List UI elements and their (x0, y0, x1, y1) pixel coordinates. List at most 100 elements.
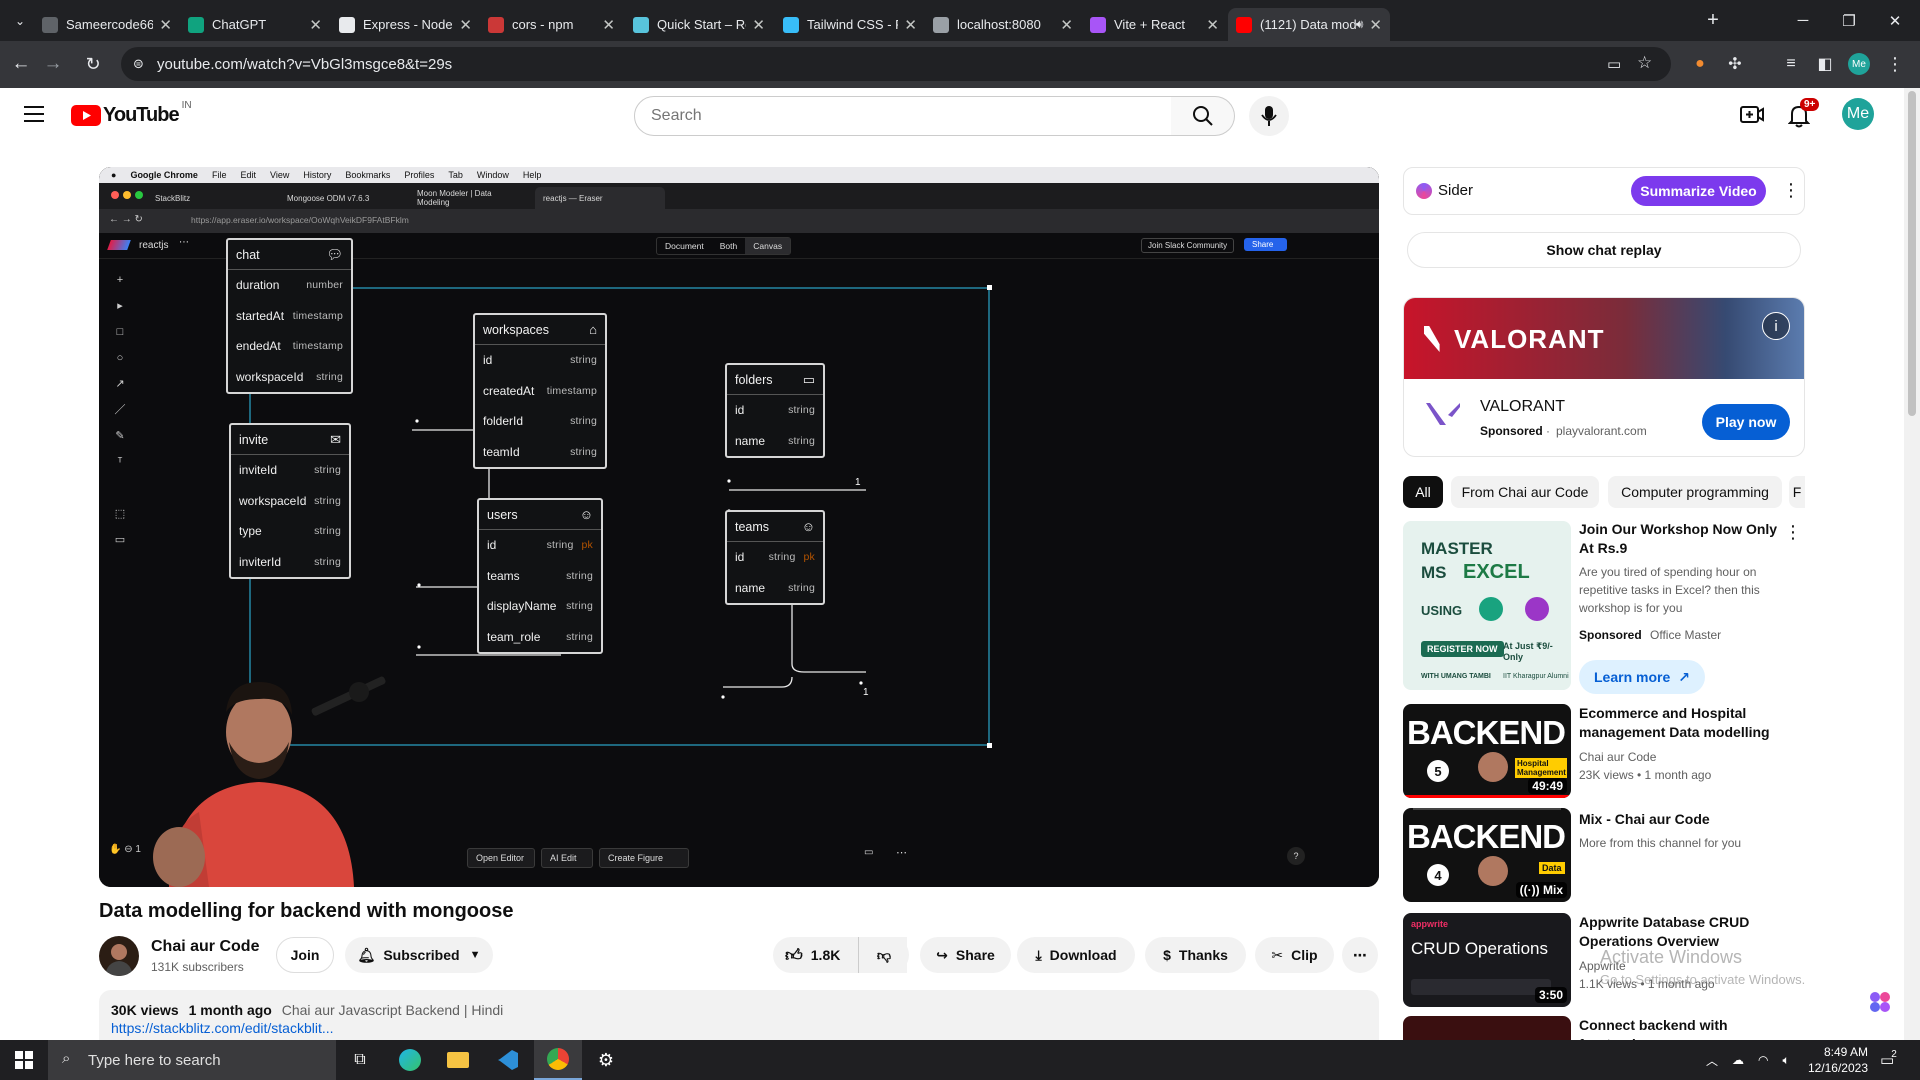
close-tab-icon[interactable]: ✕ (1206, 16, 1219, 34)
side-panel-icon[interactable]: ◧ (1814, 53, 1836, 75)
bookmark-star-icon[interactable]: ☆ (1637, 53, 1652, 73)
search-button[interactable] (1171, 96, 1235, 136)
more-actions-button[interactable]: ⋯ (1342, 937, 1378, 973)
speaker-icon[interactable]: 🔈︎ (1783, 1053, 1790, 1068)
browser-tab[interactable]: Tailwind CSS - Rapidly ✕ (775, 8, 925, 41)
new-tab-button[interactable]: + (1690, 0, 1736, 41)
field-name: displayName (487, 599, 557, 614)
task-view-icon[interactable]: ⧉ (336, 1040, 384, 1080)
mix-thumbnail[interactable]: BACKEND 4 Data ((·)) Mix (1403, 808, 1571, 902)
filter-chip[interactable]: F (1789, 476, 1805, 508)
channel-name[interactable]: Chai aur Code (151, 938, 259, 956)
show-chat-replay-button[interactable]: Show chat replay (1407, 232, 1801, 268)
subscribed-button[interactable]: 🔔︎ Subscribed ▼ (345, 937, 493, 973)
voice-search-button[interactable] (1249, 96, 1289, 136)
help-icon: ? (1287, 847, 1305, 865)
browser-tab[interactable]: Vite + React ✕ (1082, 8, 1227, 41)
close-tab-icon[interactable]: ✕ (904, 16, 917, 34)
play-now-button[interactable]: Play now (1702, 404, 1790, 440)
browser-tab[interactable]: Quick Start – React ✕ (625, 8, 773, 41)
browser-tab[interactable]: cors - npm ✕ (480, 8, 623, 41)
chevron-up-icon[interactable]: ︿ (1706, 1052, 1718, 1069)
dislike-button[interactable]: 👎︎ (858, 937, 909, 973)
video-description[interactable]: 30K views 1 month ago Chai aur Javascrip… (99, 990, 1379, 1040)
browser-tab[interactable]: (1121) Data mode 🔊︎ ✕ (1228, 8, 1390, 41)
windows-start-button[interactable] (0, 1040, 48, 1080)
site-info-icon[interactable]: ⊜ (133, 56, 144, 72)
summarize-video-button[interactable]: Summarize Video (1631, 176, 1766, 206)
filter-chip[interactable]: From Chai aur Code (1451, 476, 1599, 508)
download-icon: ⤓ (1035, 946, 1042, 963)
appwrite-thumbnail[interactable]: appwrite CRUD Operations 3:50 (1403, 913, 1571, 1007)
tab-search-button[interactable]: ⌄ (4, 0, 36, 41)
search-input[interactable]: Search (634, 96, 1172, 136)
close-tab-icon[interactable]: ✕ (159, 16, 172, 34)
ad-card[interactable]: VALORANT i VALORANT Sponsored · playvalo… (1403, 297, 1805, 457)
restore-button[interactable]: ❐ (1826, 0, 1872, 41)
vscode-icon[interactable] (484, 1040, 532, 1080)
description-link[interactable]: https://stackblitz.com/edit/stackblit... (111, 1020, 1367, 1036)
chrome-icon[interactable] (534, 1040, 582, 1080)
table-name: teams (735, 519, 770, 534)
thanks-button[interactable]: $ Thanks (1145, 937, 1246, 973)
join-button[interactable]: Join (276, 937, 334, 973)
minimize-button[interactable]: ─ (1780, 0, 1826, 41)
filter-chip[interactable]: All (1403, 476, 1443, 508)
youtube-logo[interactable]: YouTube IN (71, 100, 192, 127)
profile-avatar[interactable]: Me (1848, 53, 1870, 75)
address-bar[interactable]: ⊜ youtube.com/watch?v=VbGl3msgce8&t=29s … (121, 47, 1671, 81)
video-title-link[interactable]: Appwrite Database CRUD Operations Overvi… (1579, 913, 1779, 951)
forward-button[interactable]: → (38, 49, 68, 79)
sider-menu-icon[interactable]: ⋮ (1782, 180, 1800, 201)
close-tab-icon[interactable]: ✕ (1369, 16, 1382, 34)
edge-icon[interactable] (386, 1040, 434, 1080)
reload-button[interactable]: ↻ (78, 49, 108, 79)
ad-menu-icon[interactable]: ⋮ (1784, 522, 1802, 543)
close-tab-icon[interactable]: ✕ (752, 16, 765, 34)
cast-icon[interactable]: ▭ (1607, 55, 1621, 73)
filter-chip[interactable]: Computer programming (1608, 476, 1782, 508)
settings-gear-icon[interactable]: ⚙ (582, 1040, 630, 1080)
extension-icon[interactable]: ● (1689, 53, 1711, 75)
share-button[interactable]: ↪ Share (920, 937, 1011, 973)
download-button[interactable]: ⤓ Download (1017, 937, 1135, 973)
ad-thumbnail[interactable]: MASTER MS EXCEL USING REGISTER NOW At Ju… (1403, 521, 1571, 690)
notifications-button[interactable]: 9+ (1788, 98, 1820, 128)
hamburger-menu-icon[interactable] (24, 104, 48, 124)
close-tab-icon[interactable]: ✕ (602, 16, 615, 34)
close-tab-icon[interactable]: ✕ (1060, 16, 1073, 34)
create-video-button[interactable] (1740, 104, 1764, 126)
close-tab-icon[interactable]: ✕ (459, 16, 472, 34)
media-control-icon[interactable]: ≡ (1780, 53, 1802, 75)
browser-tab[interactable]: localhost:8080 ✕ (925, 8, 1081, 41)
close-window-button[interactable]: ✕ (1872, 0, 1918, 41)
close-tab-icon[interactable]: ✕ (309, 16, 322, 34)
tab-audio-icon[interactable]: 🔊︎ (1356, 17, 1364, 32)
scrollbar-thumb[interactable] (1908, 91, 1916, 416)
account-avatar[interactable]: Me (1842, 98, 1874, 130)
browser-tab[interactable]: Sameercode660/back ✕ (34, 8, 180, 41)
mix-title-link[interactable]: Mix - Chai aur Code (1579, 810, 1779, 829)
floating-assistant-icon[interactable] (1866, 988, 1894, 1016)
onedrive-icon[interactable]: ☁ (1732, 1053, 1744, 1067)
video-title-link[interactable]: Ecommerce and Hospital management Data m… (1579, 704, 1779, 742)
notification-center-icon[interactable]: ▭ 2 (1880, 1040, 1897, 1080)
taskbar-search-input[interactable]: ⌕ Type here to search (48, 1040, 336, 1080)
video-thumbnail[interactable]: BACKEND 5 Hospital Management 49:49 (1403, 704, 1571, 798)
browser-tab[interactable]: Express - Node.js web ✕ (331, 8, 480, 41)
playlist-link[interactable]: Chai aur Javascript Backend | Hindi (282, 1002, 504, 1018)
extensions-puzzle-icon[interactable]: ✣ (1724, 53, 1746, 75)
channel-avatar[interactable] (99, 936, 139, 976)
chrome-menu-icon[interactable]: ⋮ (1884, 53, 1906, 75)
ad-title[interactable]: Join Our Workshop Now Only At Rs.9 (1579, 520, 1779, 558)
users-table-icon: ☺ (579, 507, 593, 522)
video-player[interactable]: ● Google Chrome File Edit View History Bookmar… (99, 167, 1379, 887)
learn-more-button[interactable]: Learn more ↗ (1579, 660, 1705, 694)
clip-button[interactable]: ✂ Clip (1255, 937, 1334, 973)
clock[interactable]: 8:49 AM 12/16/2023 (1808, 1040, 1868, 1080)
file-explorer-icon[interactable] (434, 1040, 482, 1080)
browser-tab[interactable]: ChatGPT ✕ (180, 8, 330, 41)
wifi-icon[interactable]: ◠ (1758, 1053, 1768, 1067)
ad-info-icon[interactable]: i (1762, 312, 1790, 340)
back-button[interactable]: ← (6, 49, 36, 79)
